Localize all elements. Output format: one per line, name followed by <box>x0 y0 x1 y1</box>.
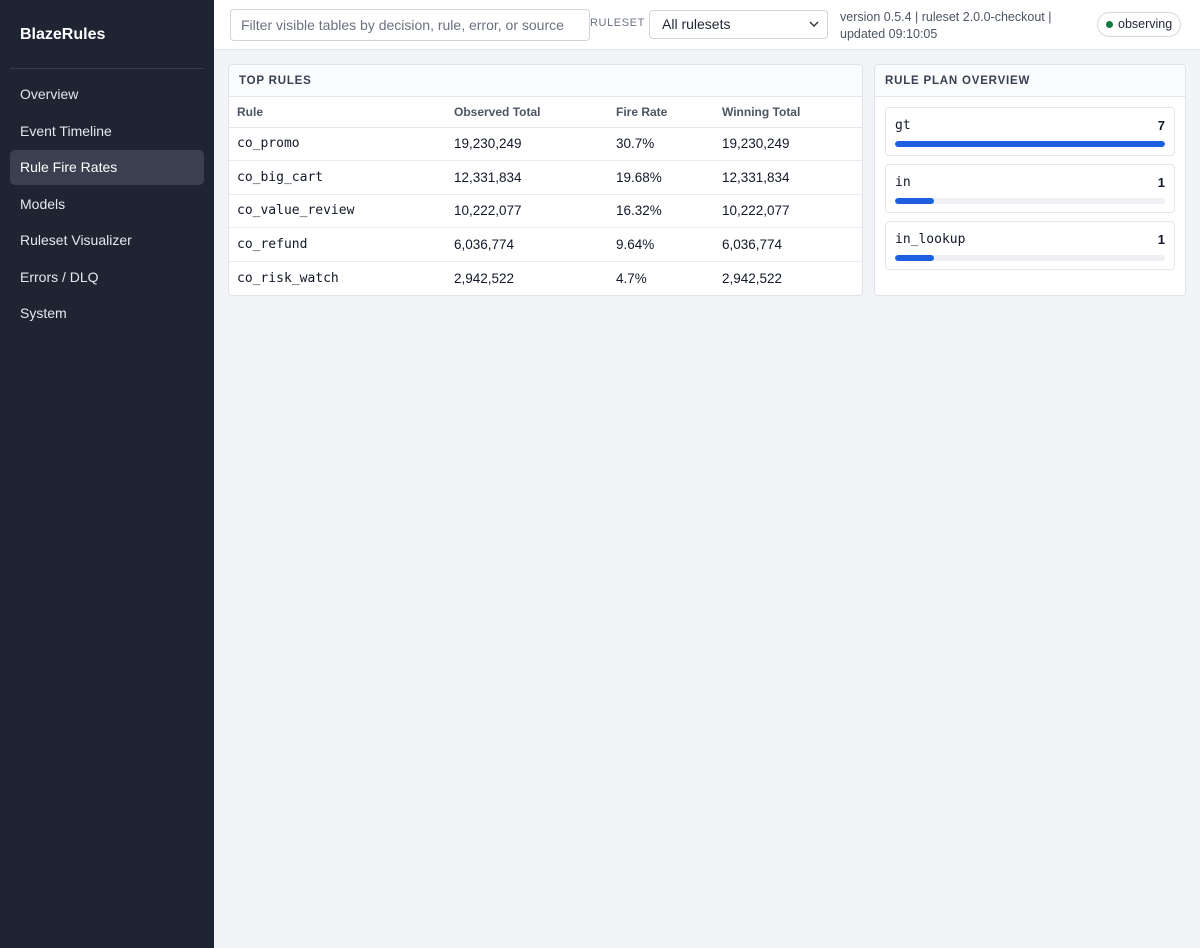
column-header-rule[interactable]: Rule <box>229 97 446 128</box>
plan-operator-count: 1 <box>1157 232 1165 247</box>
plan-item: in_lookup 1 <box>885 221 1175 270</box>
sidebar-item-overview[interactable]: Overview <box>10 77 204 112</box>
table-header-row: Rule Observed Total Fire Rate Winning To… <box>229 97 862 128</box>
observed-total-cell: 12,331,834 <box>446 160 608 195</box>
rule-cell: co_risk_watch <box>237 270 339 286</box>
plan-bar-fill <box>895 141 1165 147</box>
top-rules-title: TOP RULES <box>229 65 862 97</box>
rule-plan-list: gt 7 in 1 in_lookup 1 <box>875 97 1185 270</box>
observed-total-cell: 19,230,249 <box>446 127 608 161</box>
plan-operator-count: 1 <box>1157 175 1165 190</box>
rule-cell: co_refund <box>229 227 446 262</box>
plan-bar-fill <box>895 255 934 261</box>
chevron-down-icon <box>809 11 819 49</box>
observed-total-cell: 10,222,077 <box>446 194 608 228</box>
column-header-winning-total[interactable]: Winning Total <box>714 97 862 128</box>
plan-bar-fill <box>895 198 934 204</box>
search-input[interactable] <box>230 9 590 41</box>
sidebar: BlazeRules Overview Event Timeline Rule … <box>0 0 214 948</box>
table-row[interactable]: co_refund 6,036,774 9.64% 6,036,774 <box>229 227 862 262</box>
app-logo: BlazeRules <box>20 26 106 43</box>
table-row[interactable]: co_big_cart 12,331,834 19.68% 12,331,834 <box>229 160 862 195</box>
observed-total-cell: 6,036,774 <box>446 227 608 262</box>
version-info: version 0.5.4 | ruleset 2.0.0-checkout |… <box>840 10 1052 41</box>
fire-rate-cell: 9.64% <box>608 227 714 262</box>
sidebar-item-models[interactable]: Models <box>10 187 204 222</box>
plan-operator-name: gt <box>895 118 911 133</box>
plan-operator-name: in <box>895 175 911 190</box>
fire-rate-cell: 30.7% <box>608 127 714 161</box>
ruleset-select[interactable]: All rulesets <box>649 10 828 39</box>
sidebar-item-errors-dlq[interactable]: Errors / DLQ <box>10 260 204 295</box>
fire-rate-cell: 16.32% <box>608 194 714 228</box>
plan-operator-name: in_lookup <box>895 232 966 247</box>
column-header-observed-total[interactable]: Observed Total <box>446 97 608 128</box>
table-row[interactable]: co_value_review 10,222,077 16.32% 10,222… <box>229 194 862 228</box>
rule-plan-overview-card: RULE PLAN OVERVIEW gt 7 in 1 in_lookup 1 <box>874 64 1186 296</box>
rule-cell: co_value_review <box>229 194 446 228</box>
sidebar-divider <box>10 68 204 69</box>
sidebar-nav: Overview Event Timeline Rule Fire Rates … <box>0 77 214 331</box>
winning-total-cell: 12,331,834 <box>714 160 862 195</box>
winning-total-cell: 6,036,774 <box>714 227 862 262</box>
sidebar-item-event-timeline[interactable]: Event Timeline <box>10 114 204 149</box>
plan-bar-track <box>895 141 1165 147</box>
status-label: observing <box>1118 17 1173 31</box>
winning-total-cell: 10,222,077 <box>714 194 862 228</box>
topbar: RULESET All rulesets version 0.5.4 | rul… <box>214 0 1200 50</box>
ruleset-label: RULESET <box>590 17 645 29</box>
column-header-fire-rate[interactable]: Fire Rate <box>608 97 714 128</box>
plan-bar-track <box>895 255 1165 261</box>
rule-cell: co_big_cart <box>229 160 446 195</box>
fire-rate-cell: 4.7% <box>616 270 647 286</box>
sidebar-item-ruleset-visualizer[interactable]: Ruleset Visualizer <box>10 223 204 258</box>
top-rules-card: TOP RULES Rule Observed Total Fire Rate … <box>228 64 863 296</box>
table-row[interactable]: co_risk_watch 2,942,522 4.7% 2,942,522 <box>229 261 862 295</box>
sidebar-item-system[interactable]: System <box>10 296 204 331</box>
plan-operator-count: 7 <box>1157 118 1165 133</box>
plan-item: gt 7 <box>885 107 1175 156</box>
observed-total-cell: 2,942,522 <box>454 270 515 286</box>
rule-plan-overview-title: RULE PLAN OVERVIEW <box>875 65 1185 97</box>
top-rules-table: Rule Observed Total Fire Rate Winning To… <box>229 97 862 295</box>
plan-bar-track <box>895 198 1165 204</box>
sidebar-item-rule-fire-rates[interactable]: Rule Fire Rates <box>10 150 204 185</box>
plan-item: in 1 <box>885 164 1175 213</box>
table-row[interactable]: co_promo 19,230,249 30.7% 19,230,249 <box>229 127 862 161</box>
rule-cell: co_promo <box>229 127 446 161</box>
winning-total-cell: 2,942,522 <box>722 270 783 286</box>
fire-rate-cell: 19.68% <box>608 160 714 195</box>
ruleset-select-value: All rulesets <box>662 16 731 32</box>
winning-total-cell: 19,230,249 <box>714 127 862 161</box>
status-badge: observing <box>1097 12 1182 37</box>
status-dot-icon <box>1106 21 1113 28</box>
